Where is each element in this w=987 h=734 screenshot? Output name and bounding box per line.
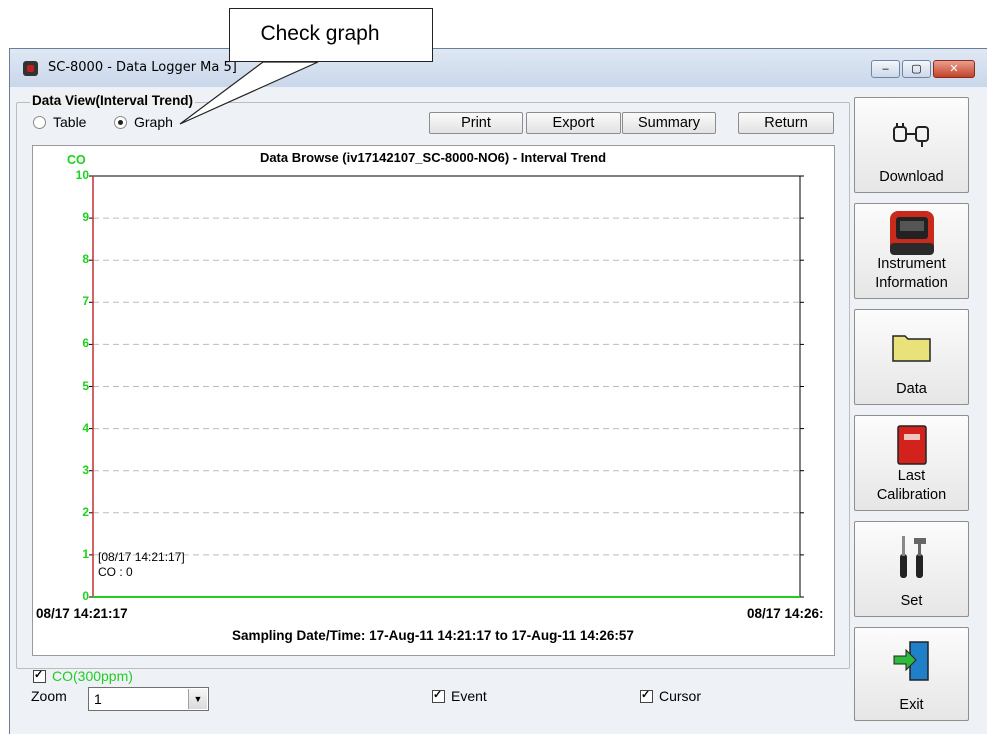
callout-pointer bbox=[179, 60, 319, 125]
callout-text: Check graph bbox=[260, 22, 380, 45]
callout-box: Check graph bbox=[229, 8, 433, 62]
